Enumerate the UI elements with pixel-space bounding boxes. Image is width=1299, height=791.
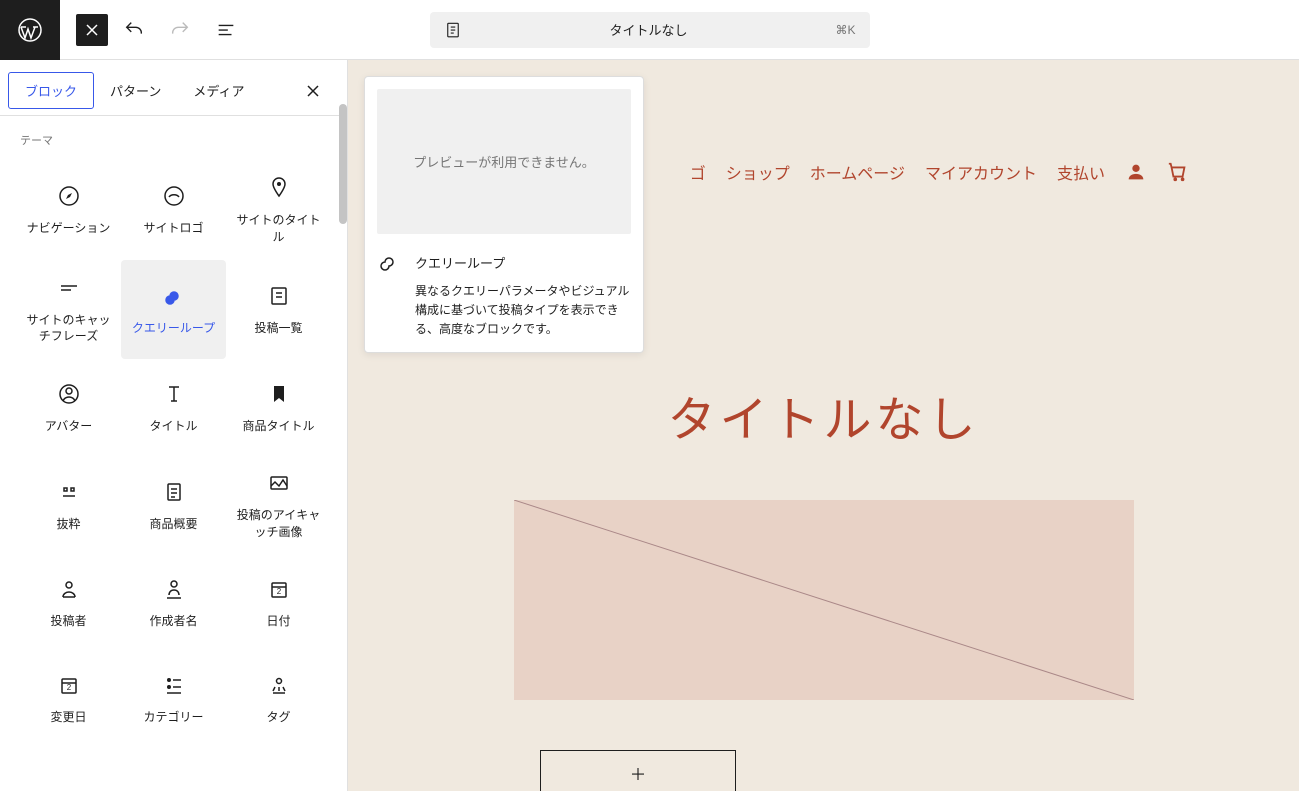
tags-icon: [267, 673, 291, 697]
scrollbar[interactable]: [339, 104, 347, 224]
block-site-logo[interactable]: サイトロゴ: [121, 160, 226, 260]
posts-icon: [267, 284, 291, 308]
main-area: ブロック パターン メディア テーマ ナビゲーション サイトロゴ: [0, 60, 1299, 791]
page-icon: [444, 21, 462, 39]
block-site-tagline[interactable]: サイトのキャッチフレーズ: [16, 260, 121, 360]
block-modified-date[interactable]: 2 変更日: [16, 651, 121, 747]
svg-text:2: 2: [276, 587, 281, 596]
close-panel-button[interactable]: [295, 73, 331, 109]
block-product-title[interactable]: 商品タイトル: [226, 359, 331, 455]
block-tags[interactable]: タグ: [226, 651, 331, 747]
preview-description: 異なるクエリーパラメータやビジュアル構成に基づいて投稿タイプを表示できる、高度な…: [377, 282, 631, 340]
editor-canvas[interactable]: プレビューが利用できません。 クエリーループ 異なるクエリーパラメータやビジュア…: [348, 60, 1299, 791]
title-icon: [162, 382, 186, 406]
quote-icon: [57, 480, 81, 504]
tab-blocks[interactable]: ブロック: [8, 72, 94, 109]
close-icon: [305, 83, 321, 99]
document-overview-button[interactable]: [206, 10, 246, 50]
svg-text:2: 2: [66, 683, 71, 692]
pin-icon: [267, 176, 291, 200]
nav-account[interactable]: マイアカウント: [925, 160, 1037, 184]
block-categories[interactable]: カテゴリー: [121, 651, 226, 747]
preview-title: クエリーループ: [415, 253, 505, 272]
block-excerpt[interactable]: 抜粋: [16, 455, 121, 555]
calendar-icon: 2: [57, 673, 81, 697]
section-label: テーマ: [16, 132, 331, 148]
inserter-tabs: ブロック パターン メディア: [0, 60, 347, 116]
block-grid: ナビゲーション サイトロゴ サイトのタイトル サイトのキャッチフレーズ クエリー…: [16, 160, 331, 747]
tab-media[interactable]: メディア: [177, 73, 260, 108]
author-name-icon: [162, 577, 186, 601]
author-icon: [57, 577, 81, 601]
block-navigation[interactable]: ナビゲーション: [16, 160, 121, 260]
block-avatar[interactable]: アバター: [16, 359, 121, 455]
block-product-summary[interactable]: 商品概要: [121, 455, 226, 555]
placeholder-diagonal-icon: [514, 500, 1134, 700]
page-title[interactable]: タイトルなし: [667, 380, 979, 450]
plus-icon: [629, 765, 647, 783]
undo-icon: [123, 19, 145, 41]
bookmark-icon: [267, 382, 291, 406]
loop-icon: [377, 250, 401, 274]
tab-patterns[interactable]: パターン: [94, 73, 177, 108]
user-icon[interactable]: [1125, 161, 1147, 183]
redo-icon: [169, 19, 191, 41]
nav-home[interactable]: ホームページ: [810, 160, 905, 184]
block-featured-image[interactable]: 投稿のアイキャッチ画像: [226, 455, 331, 555]
summary-icon: [162, 480, 186, 504]
nav-logo-partial[interactable]: ゴ: [690, 160, 706, 184]
block-preview-popup: プレビューが利用できません。 クエリーループ 異なるクエリーパラメータやビジュア…: [364, 76, 644, 353]
undo-button[interactable]: [114, 10, 154, 50]
list-view-icon: [215, 19, 237, 41]
editor-toolbar: タイトルなし ⌘K: [0, 0, 1299, 60]
command-shortcut: ⌘K: [835, 23, 855, 37]
site-navigation: ゴ ショップ ホームページ マイアカウント 支払い: [690, 160, 1189, 184]
categories-icon: [162, 673, 186, 697]
logo-icon: [162, 184, 186, 208]
nav-pay[interactable]: 支払い: [1057, 160, 1105, 184]
tagline-icon: [57, 276, 81, 300]
toolbar-left: [0, 0, 246, 60]
close-inserter-button[interactable]: [76, 14, 108, 46]
avatar-icon: [57, 382, 81, 406]
compass-icon: [57, 184, 81, 208]
x-icon: [84, 22, 100, 38]
redo-button[interactable]: [160, 10, 200, 50]
document-title: タイトルなし: [472, 20, 826, 39]
loop-icon: [162, 284, 186, 308]
preview-unavailable: プレビューが利用できません。: [377, 89, 631, 234]
cart-icon[interactable]: [1167, 161, 1189, 183]
block-author-name[interactable]: 作成者名: [121, 555, 226, 651]
block-date[interactable]: 2 日付: [226, 555, 331, 651]
block-posts-list[interactable]: 投稿一覧: [226, 260, 331, 360]
nav-shop[interactable]: ショップ: [726, 160, 790, 184]
calendar-icon: 2: [267, 577, 291, 601]
block-author[interactable]: 投稿者: [16, 555, 121, 651]
preview-header: クエリーループ: [377, 250, 631, 274]
add-block-button[interactable]: [540, 750, 736, 791]
image-icon: [267, 471, 291, 495]
block-site-title[interactable]: サイトのタイトル: [226, 160, 331, 260]
block-query-loop[interactable]: クエリーループ: [121, 260, 226, 360]
wordpress-icon: [18, 18, 42, 42]
document-title-bar[interactable]: タイトルなし ⌘K: [430, 12, 870, 48]
block-title[interactable]: タイトル: [121, 359, 226, 455]
inserter-body: テーマ ナビゲーション サイトロゴ サイトのタイトル サイトのキャッチフレーズ: [0, 116, 347, 791]
image-placeholder[interactable]: [514, 500, 1134, 700]
wordpress-logo[interactable]: [0, 0, 60, 60]
block-inserter-panel: ブロック パターン メディア テーマ ナビゲーション サイトロゴ: [0, 60, 348, 791]
